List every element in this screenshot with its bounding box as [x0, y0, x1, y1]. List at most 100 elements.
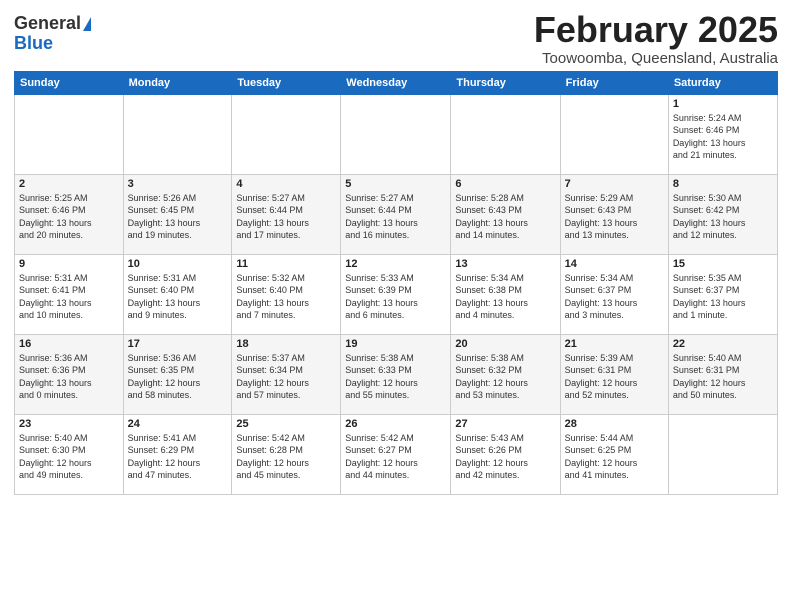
- day-number: 18: [236, 338, 336, 350]
- day-number: 6: [455, 178, 555, 190]
- day-number: 23: [19, 418, 119, 430]
- title-section: February 2025 Toowoomba, Queensland, Aus…: [534, 10, 778, 67]
- day-number: 19: [345, 338, 446, 350]
- logo-triangle-icon: [83, 17, 91, 31]
- calendar-cell: 18 Sunrise: 5:37 AM Sunset: 6:34 PM Dayli…: [232, 334, 341, 414]
- day-number: 14: [565, 258, 664, 270]
- calendar-week-row: 16Sunrise: 5:36 AM Sunset: 6:36 PM Dayli…: [15, 334, 778, 414]
- day-number: 20: [455, 338, 555, 350]
- calendar-cell: 23 Sunrise: 5:40 AM Sunset: 6:30 PM Dayli…: [15, 414, 124, 494]
- calendar-cell: 6 Sunrise: 5:28 AM Sunset: 6:43 PM Daylig…: [451, 174, 560, 254]
- month-title: February 2025: [534, 10, 778, 50]
- day-number: 22: [673, 338, 773, 350]
- day-info: Sunrise: 5:43 AM Sunset: 6:26 PM Dayligh…: [455, 432, 555, 482]
- logo: General Blue: [14, 14, 91, 54]
- day-info: Sunrise: 5:31 AM Sunset: 6:40 PM Dayligh…: [128, 272, 228, 322]
- day-number: 11: [236, 258, 336, 270]
- calendar-header-wednesday: Wednesday: [341, 71, 451, 94]
- day-number: 10: [128, 258, 228, 270]
- day-info: Sunrise: 5:26 AM Sunset: 6:45 PM Dayligh…: [128, 192, 228, 242]
- calendar-cell: 7 Sunrise: 5:29 AM Sunset: 6:43 PM Daylig…: [560, 174, 668, 254]
- calendar-cell: 20 Sunrise: 5:38 AM Sunset: 6:32 PM Dayli…: [451, 334, 560, 414]
- day-info: Sunrise: 5:33 AM Sunset: 6:39 PM Dayligh…: [345, 272, 446, 322]
- calendar-cell: 24 Sunrise: 5:41 AM Sunset: 6:29 PM Dayli…: [123, 414, 232, 494]
- calendar-week-row: 9 Sunrise: 5:31 AM Sunset: 6:41 PM Daylig…: [15, 254, 778, 334]
- calendar-cell: [232, 94, 341, 174]
- calendar-week-row: 2 Sunrise: 5:25 AM Sunset: 6:46 PM Daylig…: [15, 174, 778, 254]
- calendar-cell: 8 Sunrise: 5:30 AM Sunset: 6:42 PM Daylig…: [668, 174, 777, 254]
- calendar-cell: 1Sunrise: 5:24 AM Sunset: 6:46 PM Daylig…: [668, 94, 777, 174]
- day-number: 25: [236, 418, 336, 430]
- calendar-cell: 15 Sunrise: 5:35 AM Sunset: 6:37 PM Dayli…: [668, 254, 777, 334]
- calendar-cell: 14 Sunrise: 5:34 AM Sunset: 6:37 PM Dayli…: [560, 254, 668, 334]
- day-info: Sunrise: 5:35 AM Sunset: 6:37 PM Dayligh…: [673, 272, 773, 322]
- day-number: 13: [455, 258, 555, 270]
- logo-blue-text: Blue: [14, 34, 53, 54]
- calendar-header-sunday: Sunday: [15, 71, 124, 94]
- day-info: Sunrise: 5:30 AM Sunset: 6:42 PM Dayligh…: [673, 192, 773, 242]
- day-info: Sunrise: 5:32 AM Sunset: 6:40 PM Dayligh…: [236, 272, 336, 322]
- day-number: 21: [565, 338, 664, 350]
- day-number: 26: [345, 418, 446, 430]
- day-number: 9: [19, 258, 119, 270]
- day-number: 24: [128, 418, 228, 430]
- day-info: Sunrise: 5:27 AM Sunset: 6:44 PM Dayligh…: [345, 192, 446, 242]
- calendar-cell: 21 Sunrise: 5:39 AM Sunset: 6:31 PM Dayli…: [560, 334, 668, 414]
- day-info: Sunrise: 5:31 AM Sunset: 6:41 PM Dayligh…: [19, 272, 119, 322]
- day-number: 7: [565, 178, 664, 190]
- day-number: 4: [236, 178, 336, 190]
- day-info: Sunrise: 5:25 AM Sunset: 6:46 PM Dayligh…: [19, 192, 119, 242]
- calendar-cell: [668, 414, 777, 494]
- calendar-header-monday: Monday: [123, 71, 232, 94]
- day-info: Sunrise: 5:40 AM Sunset: 6:31 PM Dayligh…: [673, 352, 773, 402]
- day-number: 8: [673, 178, 773, 190]
- day-number: 27: [455, 418, 555, 430]
- day-number: 12: [345, 258, 446, 270]
- day-info: Sunrise: 5:41 AM Sunset: 6:29 PM Dayligh…: [128, 432, 228, 482]
- calendar-cell: 11 Sunrise: 5:32 AM Sunset: 6:40 PM Dayli…: [232, 254, 341, 334]
- calendar-cell: 22 Sunrise: 5:40 AM Sunset: 6:31 PM Dayli…: [668, 334, 777, 414]
- calendar-cell: 25 Sunrise: 5:42 AM Sunset: 6:28 PM Dayli…: [232, 414, 341, 494]
- day-number: 1: [673, 98, 773, 110]
- day-info: Sunrise: 5:29 AM Sunset: 6:43 PM Dayligh…: [565, 192, 664, 242]
- calendar-header-saturday: Saturday: [668, 71, 777, 94]
- calendar-cell: 12 Sunrise: 5:33 AM Sunset: 6:39 PM Dayli…: [341, 254, 451, 334]
- calendar-cell: 17Sunrise: 5:36 AM Sunset: 6:35 PM Dayli…: [123, 334, 232, 414]
- day-info: Sunrise: 5:36 AM Sunset: 6:35 PM Dayligh…: [128, 352, 228, 402]
- day-info: Sunrise: 5:28 AM Sunset: 6:43 PM Dayligh…: [455, 192, 555, 242]
- day-number: 3: [128, 178, 228, 190]
- day-info: Sunrise: 5:34 AM Sunset: 6:38 PM Dayligh…: [455, 272, 555, 322]
- day-info: Sunrise: 5:39 AM Sunset: 6:31 PM Dayligh…: [565, 352, 664, 402]
- calendar-header-thursday: Thursday: [451, 71, 560, 94]
- calendar-cell: 3 Sunrise: 5:26 AM Sunset: 6:45 PM Daylig…: [123, 174, 232, 254]
- day-info: Sunrise: 5:44 AM Sunset: 6:25 PM Dayligh…: [565, 432, 664, 482]
- calendar-cell: 5 Sunrise: 5:27 AM Sunset: 6:44 PM Daylig…: [341, 174, 451, 254]
- calendar-header-friday: Friday: [560, 71, 668, 94]
- day-info: Sunrise: 5:27 AM Sunset: 6:44 PM Dayligh…: [236, 192, 336, 242]
- calendar-cell: [560, 94, 668, 174]
- day-info: Sunrise: 5:38 AM Sunset: 6:33 PM Dayligh…: [345, 352, 446, 402]
- day-info: Sunrise: 5:36 AM Sunset: 6:36 PM Dayligh…: [19, 352, 119, 402]
- calendar-cell: [15, 94, 124, 174]
- calendar-table: SundayMondayTuesdayWednesdayThursdayFrid…: [14, 71, 778, 495]
- calendar-cell: 10 Sunrise: 5:31 AM Sunset: 6:40 PM Dayli…: [123, 254, 232, 334]
- calendar-header-row: SundayMondayTuesdayWednesdayThursdayFrid…: [15, 71, 778, 94]
- day-info: Sunrise: 5:37 AM Sunset: 6:34 PM Dayligh…: [236, 352, 336, 402]
- day-number: 5: [345, 178, 446, 190]
- day-info: Sunrise: 5:38 AM Sunset: 6:32 PM Dayligh…: [455, 352, 555, 402]
- day-number: 28: [565, 418, 664, 430]
- day-info: Sunrise: 5:42 AM Sunset: 6:27 PM Dayligh…: [345, 432, 446, 482]
- calendar-cell: 2 Sunrise: 5:25 AM Sunset: 6:46 PM Daylig…: [15, 174, 124, 254]
- calendar-cell: [451, 94, 560, 174]
- calendar-cell: 16Sunrise: 5:36 AM Sunset: 6:36 PM Dayli…: [15, 334, 124, 414]
- day-number: 2: [19, 178, 119, 190]
- calendar-header-tuesday: Tuesday: [232, 71, 341, 94]
- calendar-cell: [341, 94, 451, 174]
- calendar-cell: 9 Sunrise: 5:31 AM Sunset: 6:41 PM Daylig…: [15, 254, 124, 334]
- day-info: Sunrise: 5:34 AM Sunset: 6:37 PM Dayligh…: [565, 272, 664, 322]
- logo-general-text: General: [14, 14, 81, 34]
- day-info: Sunrise: 5:40 AM Sunset: 6:30 PM Dayligh…: [19, 432, 119, 482]
- day-number: 15: [673, 258, 773, 270]
- day-info: Sunrise: 5:42 AM Sunset: 6:28 PM Dayligh…: [236, 432, 336, 482]
- calendar-cell: 27 Sunrise: 5:43 AM Sunset: 6:26 PM Dayli…: [451, 414, 560, 494]
